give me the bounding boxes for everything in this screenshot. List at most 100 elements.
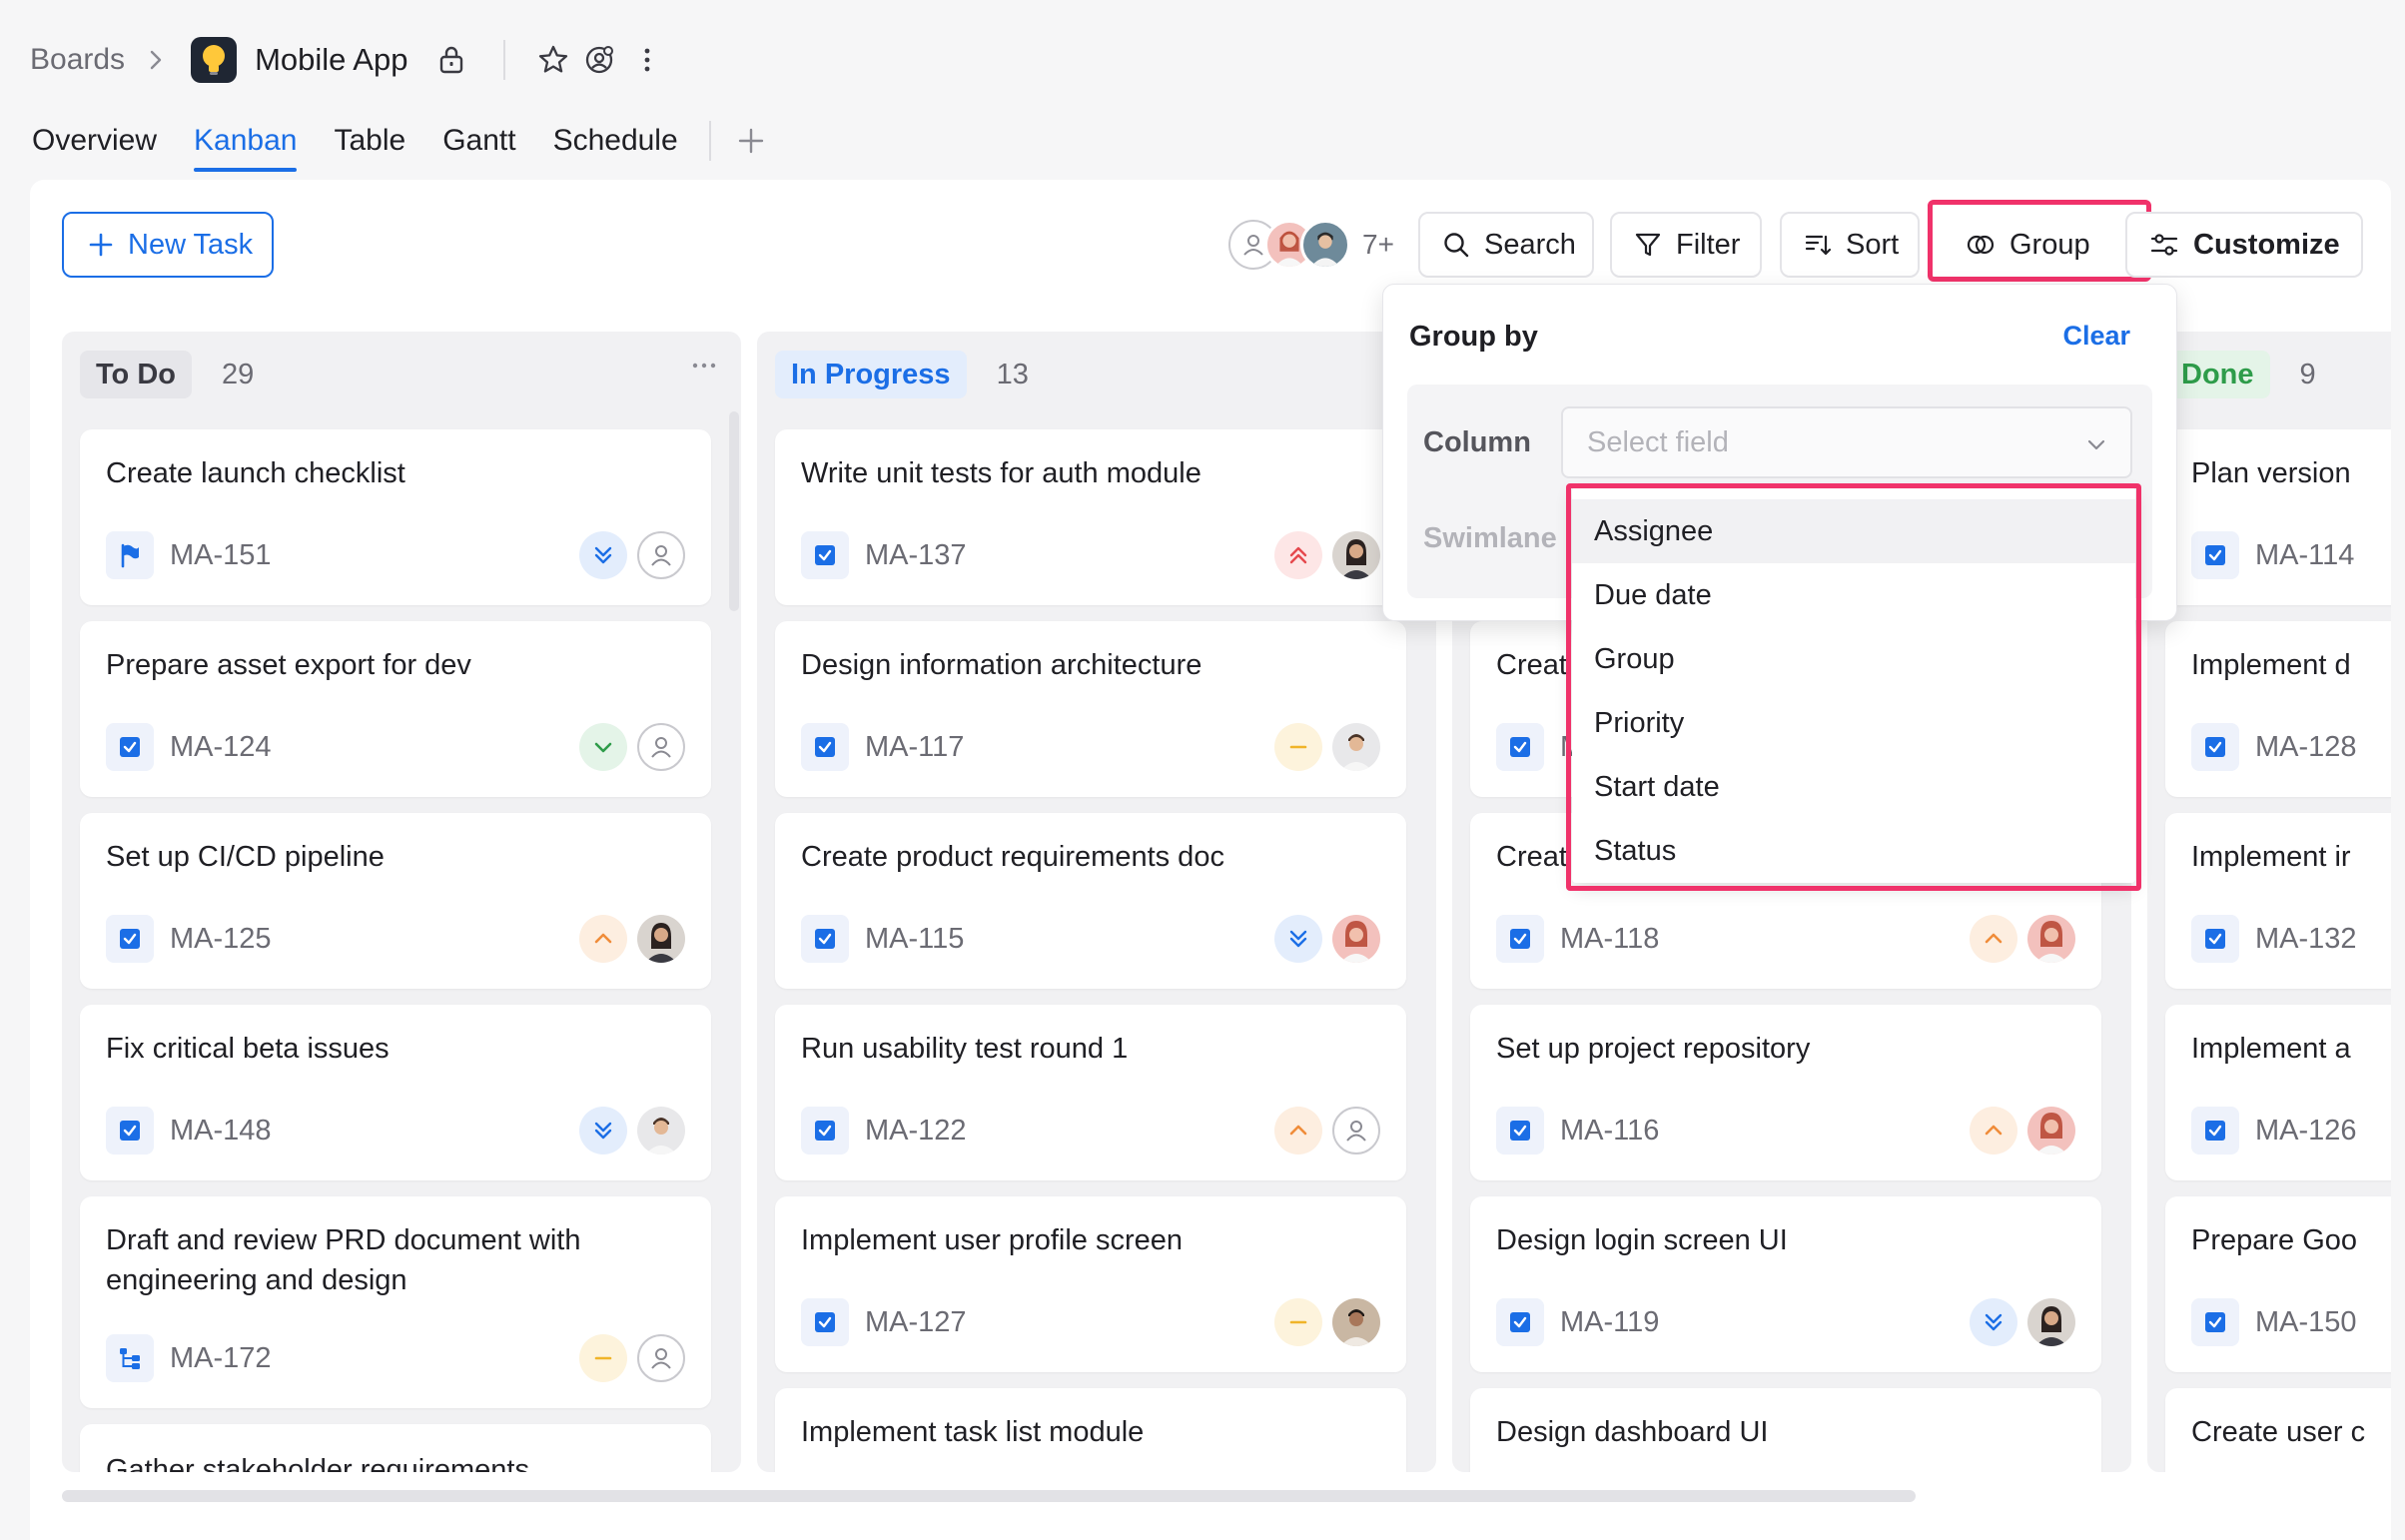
- task-card[interactable]: Fix critical beta issues MA-148: [80, 1005, 711, 1180]
- task-card[interactable]: Gather stakeholder requirements: [80, 1424, 711, 1472]
- card-id: MA-148: [170, 1114, 272, 1147]
- avatar[interactable]: [2027, 1107, 2075, 1155]
- priority-medium-icon: [1274, 1298, 1322, 1346]
- task-card[interactable]: Create user c: [2165, 1388, 2391, 1472]
- task-card[interactable]: Design information architecture MA-117: [775, 621, 1406, 797]
- task-card[interactable]: Create launch checklist MA-151: [80, 429, 711, 605]
- card-id: MA-118: [1560, 922, 1660, 955]
- card-title: Implement d: [2191, 649, 2351, 681]
- filter-label: Filter: [1676, 228, 1741, 261]
- card-id: MA-125: [170, 922, 272, 955]
- column-field-select[interactable]: Select field: [1561, 406, 2132, 478]
- task-card[interactable]: Set up project repository MA-116: [1470, 1005, 2101, 1180]
- card-id: MA-122: [865, 1114, 967, 1147]
- customize-label: Customize: [2193, 228, 2340, 261]
- lock-icon[interactable]: [433, 42, 469, 78]
- card-title: Implement a: [2191, 1033, 2351, 1065]
- task-card[interactable]: Implement a MA-126: [2165, 1005, 2391, 1180]
- task-checkbox-icon: [1496, 1107, 1544, 1155]
- task-card[interactable]: Set up CI/CD pipeline MA-125: [80, 813, 711, 989]
- column-scrollbar[interactable]: [729, 411, 739, 611]
- task-card[interactable]: Draft and review PRD document with engin…: [80, 1196, 711, 1408]
- task-card[interactable]: Implement user profile screen MA-127: [775, 1196, 1406, 1372]
- card-id: MA-119: [1560, 1305, 1660, 1338]
- unassigned-user-icon[interactable]: [637, 723, 685, 771]
- new-task-button[interactable]: New Task: [62, 212, 274, 278]
- avatar[interactable]: [2027, 1298, 2075, 1346]
- card-title: Run usability test round 1: [801, 1033, 1129, 1065]
- tabs-divider: [708, 121, 711, 161]
- task-card[interactable]: Plan version MA-114: [2165, 429, 2391, 605]
- board-members[interactable]: 7+: [1228, 218, 1394, 272]
- select-placeholder: Select field: [1587, 425, 1729, 458]
- tab-gantt[interactable]: Gantt: [442, 118, 515, 164]
- members-more-count: 7+: [1362, 229, 1394, 260]
- unassigned-user-icon[interactable]: [637, 1334, 685, 1382]
- priority-lowest-icon: [1274, 915, 1322, 963]
- priority-high-icon: [1274, 1107, 1322, 1155]
- task-card[interactable]: Implement ir MA-132: [2165, 813, 2391, 989]
- unassigned-user-icon[interactable]: [637, 531, 685, 579]
- card-title: Create launch checklist: [106, 457, 405, 489]
- board-horizontal-scrollbar[interactable]: [62, 1490, 1916, 1502]
- star-icon[interactable]: [535, 42, 571, 78]
- column-count: 13: [996, 358, 1029, 390]
- app-name[interactable]: Mobile App: [255, 42, 407, 78]
- avatar[interactable]: [1332, 1298, 1380, 1346]
- card-title: Design login screen UI: [1496, 1224, 1788, 1256]
- task-card[interactable]: Prepare asset export for dev MA-124: [80, 621, 711, 797]
- column-title[interactable]: In Progress: [775, 351, 967, 398]
- card-title: Create user c: [2191, 1416, 2366, 1448]
- task-card[interactable]: Write unit tests for auth module MA-137: [775, 429, 1406, 605]
- task-card[interactable]: Implement task list module: [775, 1388, 1406, 1472]
- more-vertical-icon[interactable]: [629, 42, 665, 78]
- column-header: In Progress 13: [775, 350, 1029, 399]
- breadcrumb-boards-link[interactable]: Boards: [30, 43, 125, 77]
- column-title[interactable]: Done: [2165, 351, 2270, 398]
- task-card[interactable]: Run usability test round 1 MA-122: [775, 1005, 1406, 1180]
- task-checkbox-icon: [2191, 915, 2239, 963]
- customize-button[interactable]: Customize: [2125, 212, 2363, 278]
- more-horizontal-icon[interactable]: [691, 362, 717, 370]
- filter-icon: [1634, 231, 1662, 259]
- avatar[interactable]: [637, 915, 685, 963]
- search-label: Search: [1484, 228, 1576, 261]
- task-checkbox-icon: [801, 723, 849, 771]
- filter-button[interactable]: Filter: [1610, 212, 1762, 278]
- column-in-progress: In Progress 13 Write unit tests for auth…: [757, 332, 1436, 1472]
- user-follow-icon[interactable]: [581, 42, 617, 78]
- tab-schedule[interactable]: Schedule: [553, 118, 678, 164]
- unassigned-user-icon[interactable]: [1332, 1107, 1380, 1155]
- header-divider: [503, 40, 506, 80]
- tab-kanban[interactable]: Kanban: [194, 118, 298, 172]
- card-id: MA-128: [2255, 730, 2357, 763]
- clear-button[interactable]: Clear: [2062, 321, 2130, 352]
- dropdown-highlight: [1566, 483, 2141, 891]
- card-id: MA-115: [865, 922, 965, 955]
- priority-medium-icon: [579, 1334, 627, 1382]
- avatar[interactable]: [1332, 915, 1380, 963]
- column-done: Done 9 Plan version MA-114 Implement d M…: [2147, 332, 2391, 1472]
- task-card[interactable]: Implement d MA-128: [2165, 621, 2391, 797]
- task-card[interactable]: Create product requirements doc MA-115: [775, 813, 1406, 989]
- tab-table[interactable]: Table: [334, 118, 405, 164]
- add-view-icon[interactable]: [733, 123, 769, 159]
- avatar[interactable]: [2027, 915, 2075, 963]
- sort-button[interactable]: Sort: [1780, 212, 1920, 278]
- avatar[interactable]: [1332, 723, 1380, 771]
- tab-overview[interactable]: Overview: [32, 118, 157, 164]
- search-button[interactable]: Search: [1418, 212, 1594, 278]
- task-card[interactable]: Design dashboard UI: [1470, 1388, 2101, 1472]
- task-checkbox-icon: [801, 531, 849, 579]
- card-title: Prepare asset export for dev: [106, 649, 471, 681]
- column-title[interactable]: To Do: [80, 351, 192, 398]
- card-title: Fix critical beta issues: [106, 1033, 390, 1065]
- avatar[interactable]: [1332, 531, 1380, 579]
- task-card[interactable]: Design login screen UI MA-119: [1470, 1196, 2101, 1372]
- new-task-label: New Task: [128, 228, 254, 261]
- priority-high-icon: [579, 915, 627, 963]
- priority-highest-icon: [1274, 531, 1322, 579]
- task-card[interactable]: Prepare Goo MA-150: [2165, 1196, 2391, 1372]
- priority-lowest-icon: [579, 531, 627, 579]
- avatar[interactable]: [637, 1107, 685, 1155]
